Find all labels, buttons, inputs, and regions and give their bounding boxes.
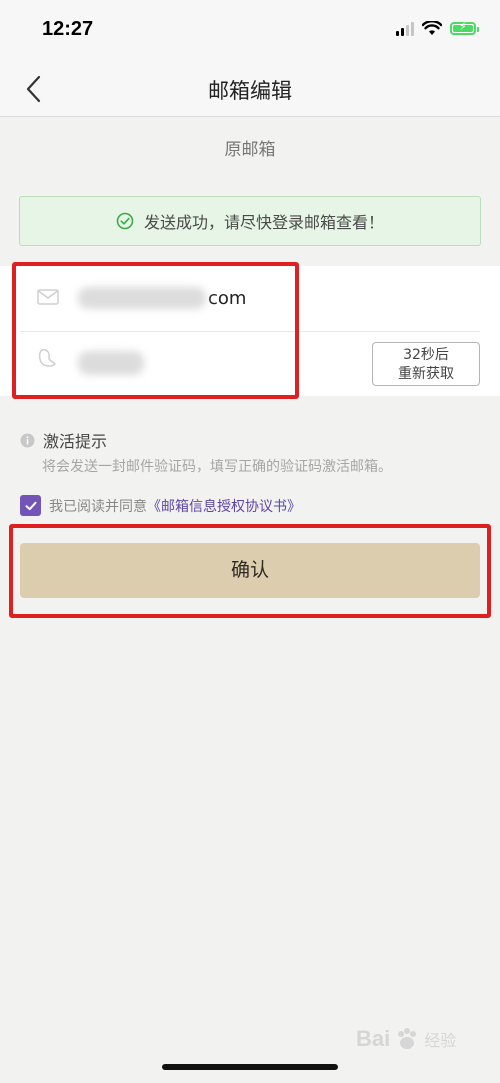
status-icons: ⚡ [396, 21, 479, 36]
watermark-brand: Bai [356, 1026, 391, 1051]
success-toast: 发送成功，请尽快登录邮箱查看！ [19, 196, 481, 246]
check-icon [25, 501, 36, 510]
email-suffix: com [208, 287, 247, 309]
form-card: com 32秒后 重新获取 [0, 266, 500, 396]
agreement-text: 我已阅读并同意 [49, 498, 147, 515]
hint-title: 激活提示 [20, 428, 107, 452]
resend-code-button[interactable]: 32秒后 重新获取 [372, 342, 480, 386]
agreement-row: 我已阅读并同意 《邮箱信息授权协议书》 [20, 495, 301, 516]
battery-icon: ⚡ [450, 21, 479, 35]
email-row[interactable]: com [0, 266, 500, 331]
section-label: 原邮箱 [224, 140, 276, 160]
agreement-link[interactable]: 《邮箱信息授权协议书》 [147, 496, 301, 516]
nav-bar: 邮箱编辑 [0, 62, 500, 117]
toast-message: 发送成功，请尽快登录邮箱查看！ [143, 213, 384, 232]
mail-icon [37, 289, 59, 305]
info-icon [20, 433, 35, 447]
hint-title-text: 激活提示 [43, 432, 108, 451]
home-indicator [162, 1064, 338, 1070]
watermark: Bai 经验 [356, 1026, 456, 1052]
wifi-icon [422, 21, 442, 35]
status-bar: 12:27 ⚡ [0, 0, 500, 62]
hint-text: 将会发送一封邮件验证码，填写正确的验证码激活邮箱。 [42, 459, 392, 475]
redacted-email-prefix [78, 287, 206, 309]
verification-code-input[interactable] [78, 351, 144, 375]
email-field[interactable]: com [78, 283, 298, 313]
resend-countdown: 32秒后 [403, 347, 449, 363]
status-time: 12:27 [42, 18, 94, 40]
agreement-checkbox[interactable] [20, 495, 41, 516]
check-circle-icon [116, 212, 134, 230]
paw-icon [398, 1028, 417, 1049]
resend-label: 重新获取 [398, 366, 454, 382]
watermark-suffix: 经验 [424, 1033, 457, 1050]
page-title: 邮箱编辑 [208, 79, 292, 103]
signal-icon [396, 21, 414, 36]
confirm-button[interactable]: 确认 [20, 543, 480, 598]
shield-icon [38, 349, 56, 367]
